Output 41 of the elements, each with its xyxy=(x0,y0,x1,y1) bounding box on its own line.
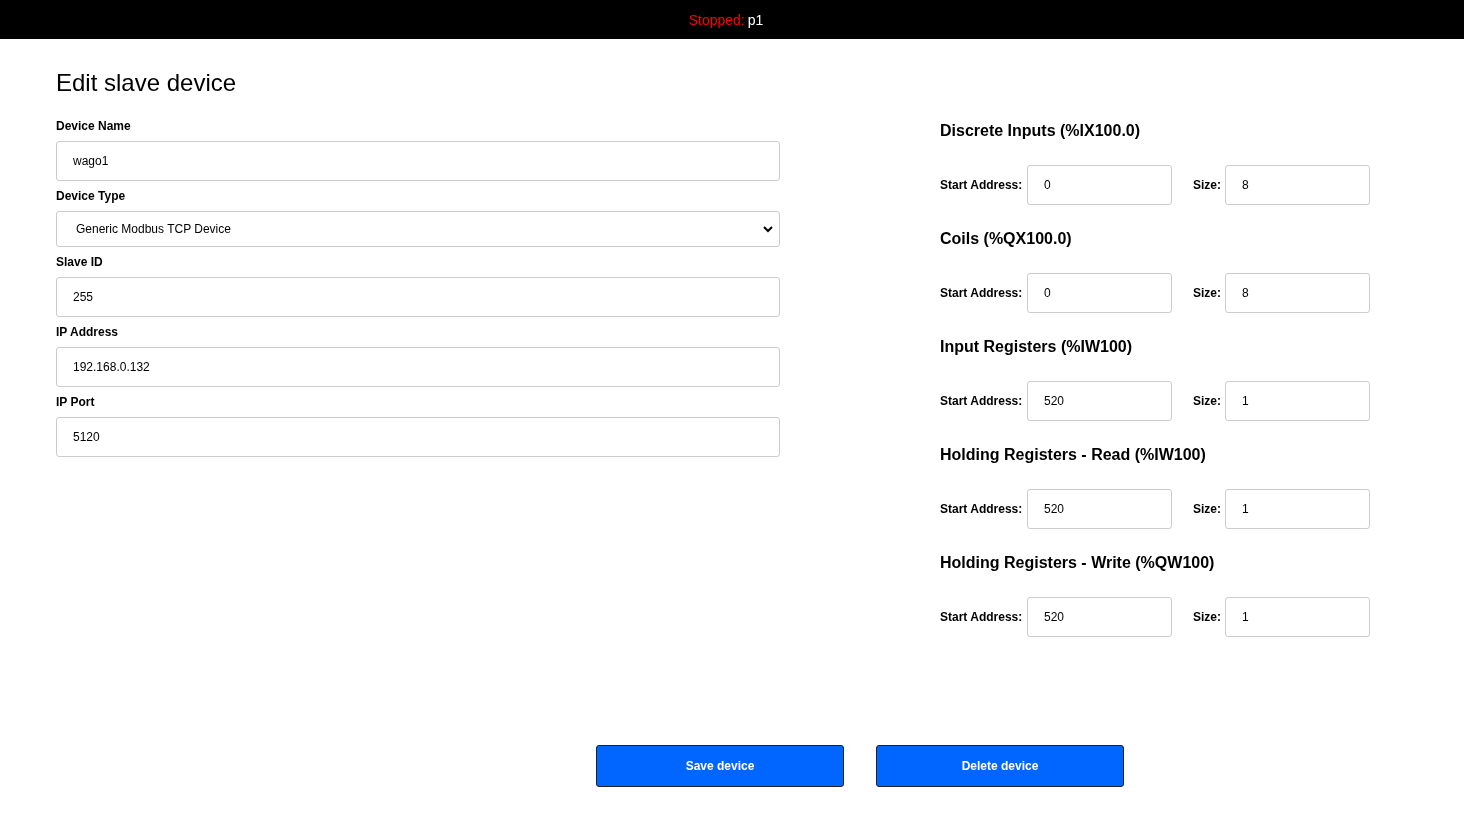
field-label: Size: xyxy=(1193,610,1221,624)
section-heading: Input Registers (%IW100) xyxy=(940,337,1134,357)
start-address-field[interactable]: 520 xyxy=(1027,489,1172,529)
action-button[interactable]: Delete device xyxy=(876,745,1124,787)
field-label: Start Address: xyxy=(940,610,1024,624)
chevron-down-icon xyxy=(763,225,773,233)
section-heading: Holding Registers - Write (%QW100) xyxy=(940,553,1216,573)
section-heading: Holding Registers - Read (%IW100) xyxy=(940,445,1207,465)
text-field[interactable]: 255 xyxy=(56,277,780,317)
page-title: Edit slave device xyxy=(56,69,238,97)
start-address-field[interactable]: 0 xyxy=(1027,165,1172,205)
section-heading: Discrete Inputs (%IX100.0) xyxy=(940,121,1142,141)
size-field[interactable]: 1 xyxy=(1225,489,1370,529)
size-field[interactable]: 8 xyxy=(1225,273,1370,313)
field-label: Start Address: xyxy=(940,178,1024,192)
start-address-field[interactable]: 520 xyxy=(1027,597,1172,637)
field-label: Device Type xyxy=(56,189,127,203)
text-field[interactable]: 192.168.0.132 xyxy=(56,347,780,387)
program-name: p1 xyxy=(747,11,764,28)
field-label: Slave ID xyxy=(56,255,104,269)
start-address-field[interactable]: 0 xyxy=(1027,273,1172,313)
size-field[interactable]: 1 xyxy=(1225,381,1370,421)
action-button[interactable]: Save device xyxy=(596,745,844,787)
field-label: Size: xyxy=(1193,286,1221,300)
section-heading: Coils (%QX100.0) xyxy=(940,229,1073,249)
field-label: Start Address: xyxy=(940,502,1024,516)
text-field[interactable]: 5120 xyxy=(56,417,780,457)
status-label: Stopped: xyxy=(688,11,745,28)
field-label: Start Address: xyxy=(940,286,1024,300)
size-field[interactable]: 8 xyxy=(1225,165,1370,205)
start-address-field[interactable]: 520 xyxy=(1027,381,1172,421)
text-field[interactable]: wago1 xyxy=(56,141,780,181)
field-label: Size: xyxy=(1193,178,1221,192)
dropdown-field[interactable]: Generic Modbus TCP Device xyxy=(56,211,780,247)
field-label: Device Name xyxy=(56,119,132,133)
field-label: IP Port xyxy=(56,395,96,409)
field-label: Start Address: xyxy=(940,394,1024,408)
field-label: Size: xyxy=(1193,502,1221,516)
field-label: Size: xyxy=(1193,394,1221,408)
size-field[interactable]: 1 xyxy=(1225,597,1370,637)
field-label: IP Address xyxy=(56,325,120,339)
